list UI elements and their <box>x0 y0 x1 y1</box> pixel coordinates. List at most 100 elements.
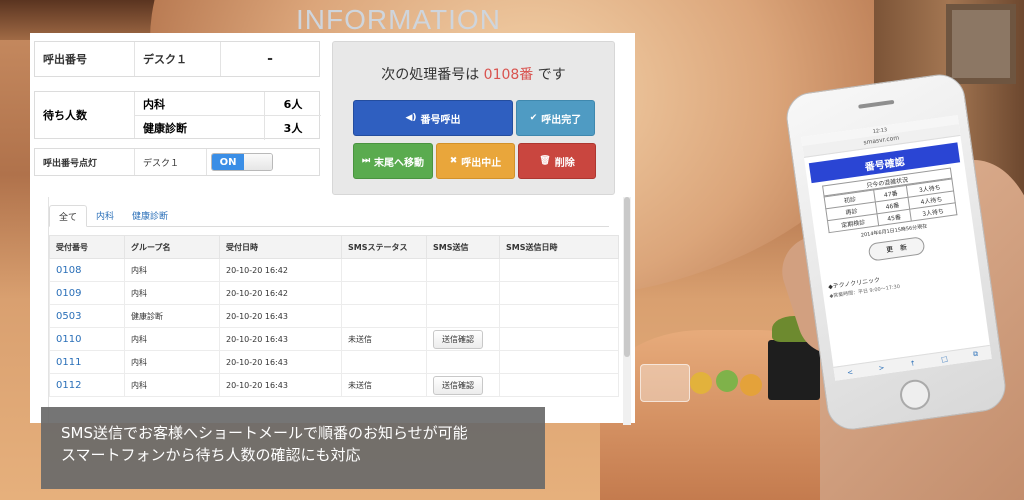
sms-sent-datetime-cell <box>499 281 619 305</box>
table-row: 0503 健康診断 20-10-20 16:43 <box>49 304 619 328</box>
sms-confirm-button[interactable]: 送信確認 <box>433 329 483 349</box>
reception-number-link[interactable]: 0111 <box>49 350 125 374</box>
call-number-button[interactable]: ◀) 番号呼出 <box>353 100 513 136</box>
sms-send-cell <box>426 350 500 374</box>
delete-button[interactable]: 🗑 削除 <box>518 143 596 179</box>
toggle-knob <box>244 154 272 170</box>
admin-screen: 呼出番号 デスク１ - 待ち人数 内科 6人 健康診断 3人 呼出番号点灯 デス… <box>30 33 635 423</box>
sms-sent-datetime-cell <box>499 304 619 328</box>
reception-list: 全て 内科 健康診断 受付番号 グループ名 受付日時 SMSステータス SMS送… <box>48 197 628 423</box>
sms-sent-datetime-cell <box>499 350 619 374</box>
sms-sent-datetime-cell <box>499 258 619 282</box>
speaker-icon: ◀) <box>405 113 417 123</box>
sms-status-cell: 未送信 <box>341 327 427 351</box>
group-name-cell: 内科 <box>124 373 220 397</box>
tabs-icon[interactable]: ⧉ <box>973 350 979 360</box>
phone-browser-toolbar: < > ↑ □ ⧉ <box>833 344 992 381</box>
share-icon[interactable]: ↑ <box>909 359 916 368</box>
call-number-value: - <box>267 51 273 67</box>
next-number-title: 次の処理番号は 0108番 です <box>333 64 614 84</box>
waiting-group-name: 内科 <box>135 92 265 115</box>
call-number-box: 呼出番号 デスク１ - <box>34 41 320 77</box>
sms-status-cell: 未送信 <box>341 373 427 397</box>
call-number-label: 呼出番号 <box>35 42 135 76</box>
toggle-on-label: ON <box>212 154 244 170</box>
figurine <box>716 370 738 392</box>
sms-status-cell <box>341 350 427 374</box>
group-name-cell: 内科 <box>124 258 220 282</box>
sms-sent-datetime-cell <box>499 327 619 351</box>
reception-number-link[interactable]: 0110 <box>49 327 125 351</box>
sms-confirm-button[interactable]: 送信確認 <box>433 375 483 395</box>
waiting-row: 内科 6人 <box>135 92 321 116</box>
group-name-cell: 内科 <box>124 350 220 374</box>
call-complete-button[interactable]: ✔ 呼出完了 <box>516 100 595 136</box>
phone-display: 12:13 smasvr.com 番号確認 只今の混雑状況 初診 47番 3人待ち再… <box>801 115 992 381</box>
reception-number-link[interactable]: 0109 <box>49 281 125 305</box>
black-box <box>768 340 820 400</box>
table-row: 0108 内科 20-10-20 16:42 <box>49 258 619 282</box>
glass-case <box>640 364 690 402</box>
lamp-box: 呼出番号点灯 デスク１ ON <box>34 148 320 176</box>
feature-caption: SMS送信でお客様へショートメールで順番のお知らせが可能 スマートフォンから待ち… <box>41 407 545 489</box>
column-header: 受付番号 <box>49 235 125 259</box>
figurine <box>690 372 712 394</box>
delete-button-label: 削除 <box>554 157 575 169</box>
skip-forward-icon: ⏭ <box>361 156 371 166</box>
scrollbar-thumb[interactable] <box>624 197 630 357</box>
waiting-group-count: 6人 <box>283 97 303 111</box>
call-number-button-label: 番号呼出 <box>420 114 461 126</box>
list-scrollbar[interactable] <box>623 197 631 425</box>
reception-number-link[interactable]: 0503 <box>49 304 125 328</box>
reception-datetime-cell: 20-10-20 16:43 <box>219 373 342 397</box>
sms-status-cell <box>341 281 427 305</box>
check-icon: ✔ <box>529 113 538 123</box>
reception-datetime-cell: 20-10-20 16:43 <box>219 350 342 374</box>
bookmarks-icon[interactable]: □ <box>941 354 949 363</box>
phone-update-button[interactable]: 更 新 <box>867 236 926 262</box>
group-name-cell: 健康診断 <box>124 304 220 328</box>
call-cancel-button[interactable]: ✖ 呼出中止 <box>436 143 515 179</box>
column-header: グループ名 <box>124 235 220 259</box>
sms-send-cell <box>426 304 500 328</box>
caption-line: スマートフォンから待ち人数の確認にも対応 <box>61 446 361 464</box>
table-row: 0112 内科 20-10-20 16:43 未送信 送信確認 <box>49 373 619 397</box>
table-header-row: 受付番号 グループ名 受付日時 SMSステータス SMS送信 SMS送信日時 <box>49 235 619 259</box>
caption-line: SMS送信でお客様へショートメールで順番のお知らせが可能 <box>61 424 468 442</box>
sms-send-cell: 送信確認 <box>426 373 500 397</box>
lamp-toggle[interactable]: ON <box>211 153 273 171</box>
waiting-label: 待ち人数 <box>35 92 135 138</box>
reception-table: 受付番号 グループ名 受付日時 SMSステータス SMS送信 SMS送信日時 0… <box>49 235 619 397</box>
table-row: 0110 内科 20-10-20 16:43 未送信 送信確認 <box>49 327 619 351</box>
phone-speaker <box>858 99 895 109</box>
forward-icon[interactable]: > <box>878 363 885 372</box>
column-header: SMSステータス <box>341 235 427 259</box>
sms-send-cell <box>426 258 500 282</box>
move-to-end-button-label: 末尾へ移動 <box>374 157 425 169</box>
lamp-desk: デスク１ <box>135 149 207 175</box>
wall-frame <box>946 4 1016 84</box>
column-header: SMS送信日時 <box>499 235 619 259</box>
reception-number-link[interactable]: 0108 <box>49 258 125 282</box>
next-number-suffix: です <box>537 67 566 83</box>
back-icon[interactable]: < <box>847 368 854 377</box>
trash-icon: 🗑 <box>539 156 551 166</box>
phone-home-button[interactable] <box>898 377 932 412</box>
tab-internal-medicine[interactable]: 内科 <box>87 205 123 226</box>
tab-health-checkup[interactable]: 健康診断 <box>123 205 177 226</box>
lamp-toggle-cell: ON <box>207 149 319 175</box>
group-tabs: 全て 内科 健康診断 <box>49 205 609 227</box>
tab-all[interactable]: 全て <box>49 205 88 227</box>
move-to-end-button[interactable]: ⏭ 末尾へ移動 <box>353 143 433 179</box>
sms-send-cell: 送信確認 <box>426 327 500 351</box>
next-number-prefix: 次の処理番号は <box>381 67 480 83</box>
sms-sent-datetime-cell <box>499 373 619 397</box>
waiting-group-count: 3人 <box>283 122 303 135</box>
sms-status-cell <box>341 304 427 328</box>
figurine <box>740 374 762 396</box>
reception-number-link[interactable]: 0112 <box>49 373 125 397</box>
lamp-label: 呼出番号点灯 <box>35 149 135 175</box>
table-row: 0111 内科 20-10-20 16:43 <box>49 350 619 374</box>
waiting-group-name: 健康診断 <box>135 116 265 140</box>
column-header: 受付日時 <box>219 235 342 259</box>
